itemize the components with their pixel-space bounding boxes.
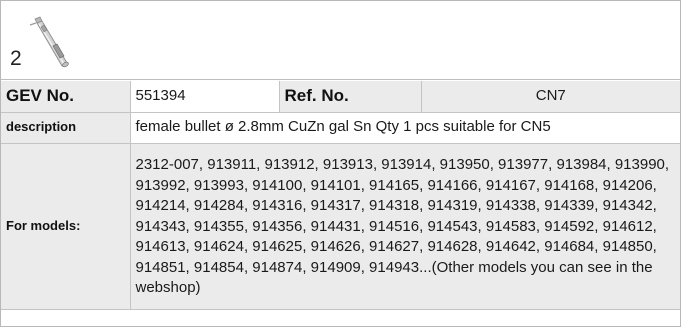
gev-number-value: 551394 xyxy=(129,81,280,113)
table-row: GEV No. 551394 Ref. No. CN7 xyxy=(1,81,680,113)
gev-number-label: GEV No. xyxy=(1,81,131,113)
product-card: 2 GEV No. 551394 Ref. No. CN7 descriptio… xyxy=(0,0,681,327)
description-value: female bullet ø 2.8mm CuZn gal Sn Qty 1 … xyxy=(129,111,680,144)
spec-table: GEV No. 551394 Ref. No. CN7 description … xyxy=(1,81,680,310)
models-label: For models: xyxy=(1,142,131,310)
product-header: 2 xyxy=(1,1,680,80)
table-row: description female bullet ø 2.8mm CuZn g… xyxy=(1,111,680,144)
bullet-connector-icon xyxy=(29,16,69,68)
description-label: description xyxy=(1,111,131,144)
item-number: 2 xyxy=(10,47,22,70)
ref-number-value: CN7 xyxy=(420,81,680,113)
table-row: For models: 2312-007, 913911, 913912, 91… xyxy=(1,142,680,310)
models-list: 2312-007, 913911, 913912, 913913, 913914… xyxy=(129,142,680,310)
ref-number-label: Ref. No. xyxy=(278,81,422,113)
